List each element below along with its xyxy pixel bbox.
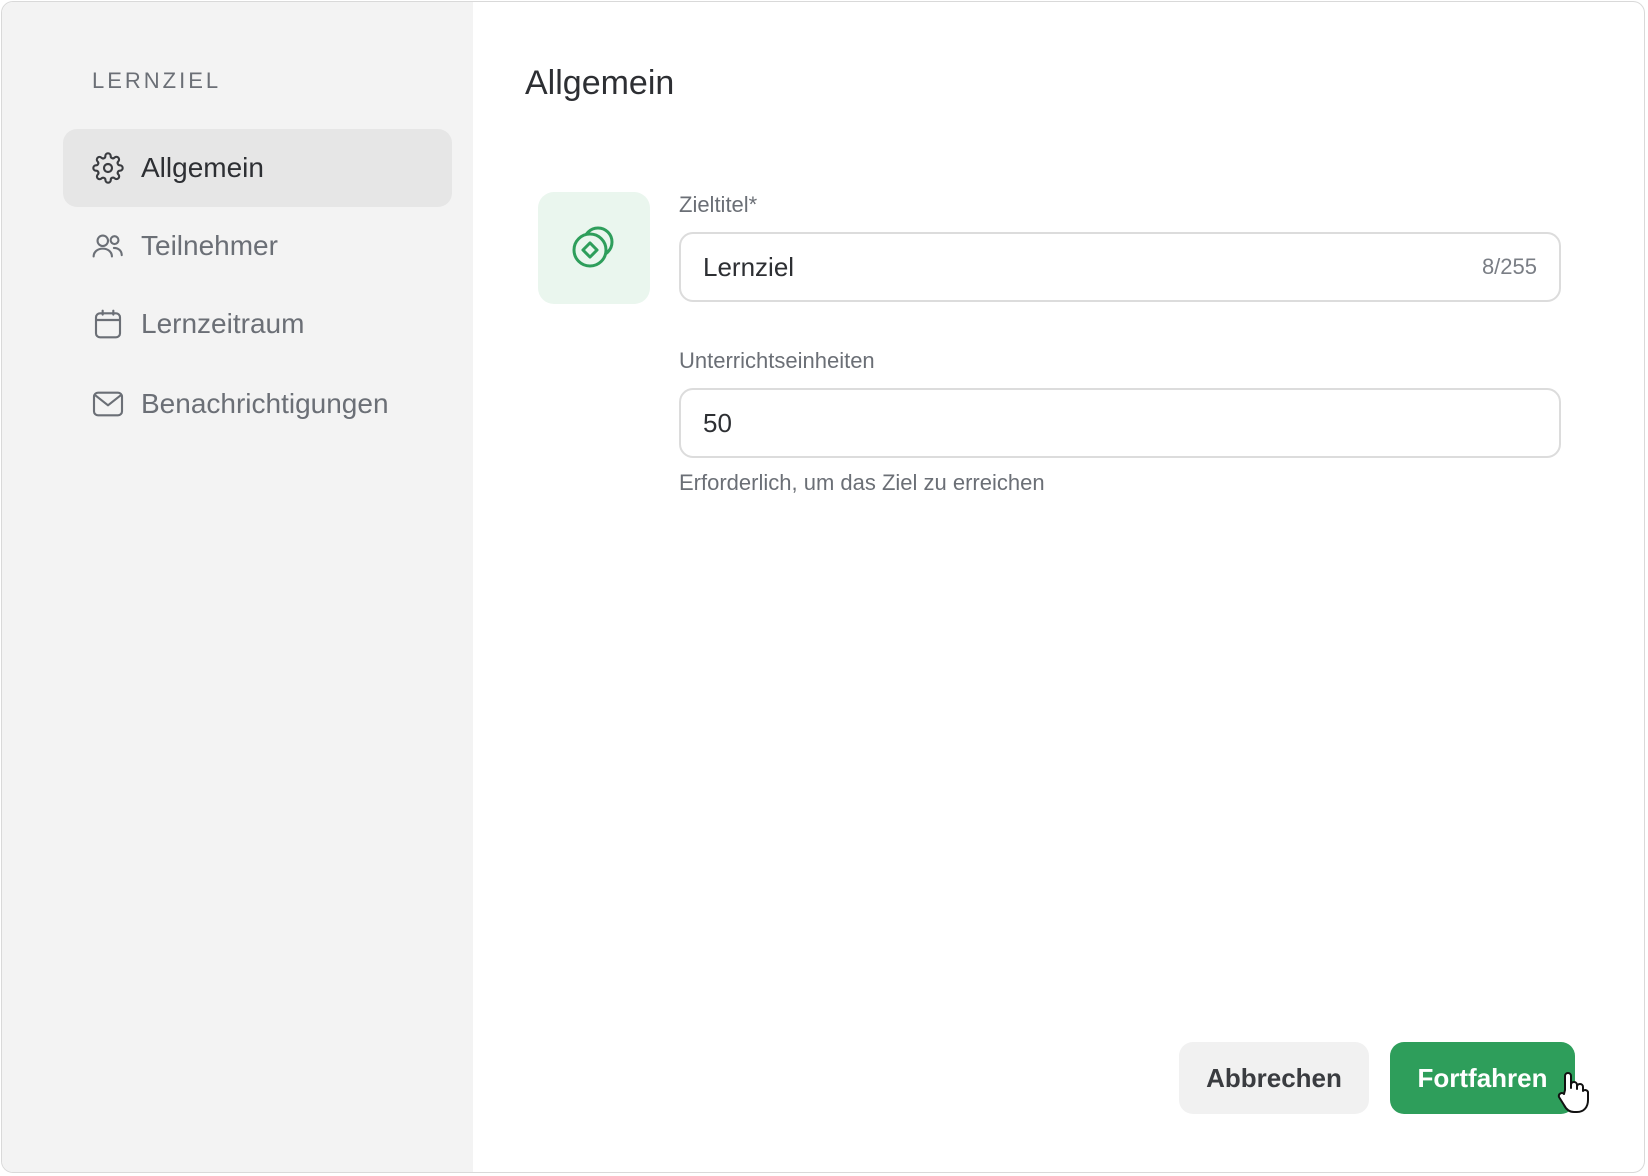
main-content: Allgemein Zieltitel* 8/255 Unterrichtsei… bbox=[473, 2, 1644, 1172]
sidebar-item-label: Benachrichtigungen bbox=[141, 388, 389, 419]
page-title: Allgemein bbox=[525, 64, 675, 102]
teaching-units-input[interactable] bbox=[703, 407, 1537, 439]
sidebar-item-teilnehmer[interactable]: Teilnehmer bbox=[63, 207, 452, 285]
goal-icon-button[interactable] bbox=[538, 192, 650, 304]
char-counter: 8/255 bbox=[1481, 254, 1537, 279]
units-field-box bbox=[679, 388, 1561, 458]
title-field-label: Zieltitel* bbox=[679, 192, 758, 217]
sidebar-item-benachrichtigungen[interactable]: Benachrichtigungen bbox=[63, 365, 452, 443]
sidebar-item-allgemein[interactable]: Allgemein bbox=[63, 129, 452, 207]
cancel-button[interactable]: Abbrechen bbox=[1179, 1042, 1369, 1114]
users-icon bbox=[91, 229, 125, 263]
goal-settings-dialog: LERNZIEL Allgemein Teilnehmer Lernzeitra… bbox=[1, 1, 1645, 1173]
mail-icon bbox=[91, 387, 125, 421]
units-field-label: Unterrichtseinheiten bbox=[679, 348, 875, 373]
sidebar-item-lernzeitraum[interactable]: Lernzeitraum bbox=[63, 285, 452, 363]
units-helper-text: Erforderlich, um das Ziel zu erreichen bbox=[679, 470, 1045, 495]
title-field-box: 8/255 bbox=[679, 232, 1561, 302]
sidebar-item-label: Teilnehmer bbox=[141, 230, 278, 261]
calendar-icon bbox=[91, 307, 125, 341]
goal-target-icon bbox=[568, 220, 620, 277]
hand-cursor-icon bbox=[1556, 1070, 1590, 1114]
sidebar: LERNZIEL Allgemein Teilnehmer Lernzeitra… bbox=[2, 2, 473, 1172]
sidebar-item-label: Lernzeitraum bbox=[141, 308, 305, 339]
continue-button[interactable]: Fortfahren bbox=[1390, 1042, 1575, 1114]
sidebar-heading: LERNZIEL bbox=[92, 68, 222, 93]
goal-title-input[interactable] bbox=[703, 251, 1482, 283]
gear-icon bbox=[91, 151, 125, 185]
sidebar-item-label: Allgemein bbox=[141, 152, 264, 183]
